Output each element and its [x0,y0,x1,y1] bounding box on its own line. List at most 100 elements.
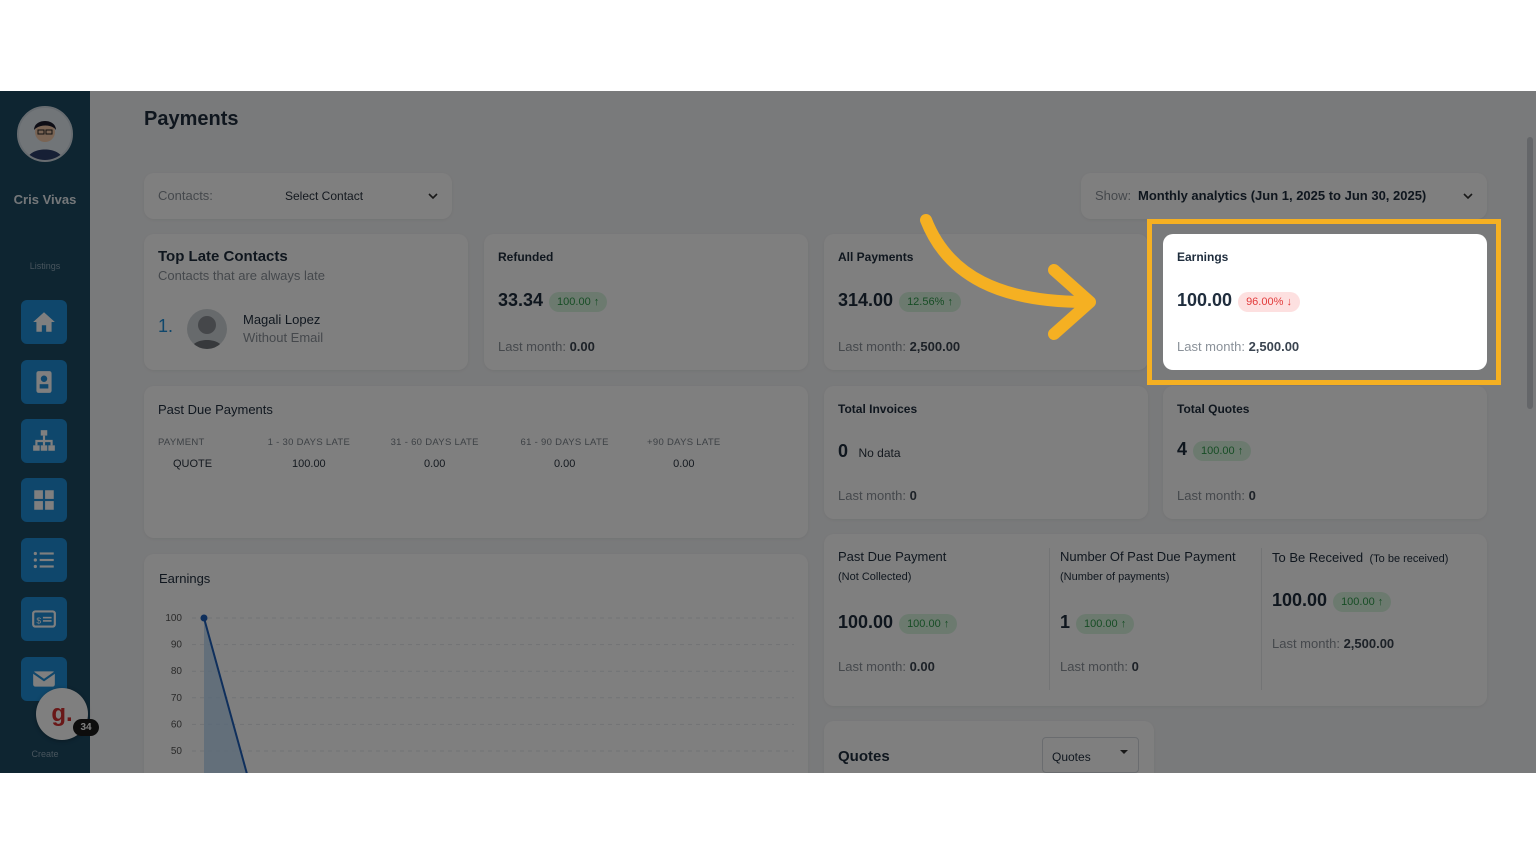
page-scrollbar[interactable] [1527,137,1533,409]
grid-icon [34,490,54,510]
column-header: 1 - 30 DAYS LATE [267,436,351,448]
user-avatar[interactable] [17,106,73,162]
contact-name[interactable]: Magali Lopez [243,312,320,327]
change-badge: 100.00 ↑ [1193,440,1252,461]
all-payments-value: 314.00 [838,290,894,310]
section-value: 100.00 [1272,590,1328,610]
table-row[interactable]: QUOTE 100.00 0.00 0.00 0.00 [158,453,738,475]
refunded-card: Refunded 33.34 100.00 ↑ Last month: 0.00 [484,234,808,370]
chevron-down-icon [1463,193,1473,200]
contacts-select-value: Select Contact [285,189,364,203]
card-subtitle: Contacts that are always late [158,268,325,283]
list-icon [33,551,54,569]
last-month-text: Last month: 0 [1177,488,1256,503]
section-title: Past Due Payment [838,549,947,564]
card-title: Top Late Contacts [158,248,288,265]
section-title: Number Of Past Due Payment [1060,549,1236,564]
contact-rank: 1. [158,316,174,336]
y-tick-label: 90 [171,640,183,651]
total-invoices-card: Total Invoices 0 No data Last month: 0 [824,386,1148,519]
no-data-note: No data [858,446,901,460]
quotes-title: Quotes [838,748,890,765]
svg-text:$: $ [36,615,41,625]
top-late-contacts-card: Top Late Contacts Contacts that are alwa… [144,234,468,370]
nav-contacts-button[interactable] [21,360,67,404]
g-logo: g. [51,700,73,727]
last-month-text: Last month: 2,500.00 [1272,636,1395,651]
analytics-period-select[interactable]: Show: Monthly analytics (Jun 1, 2025 to … [1081,173,1487,219]
main-content: Payments Contacts: Select Contact Show: … [90,91,1536,773]
sitemap-icon [33,430,55,451]
column-header: 31 - 60 DAYS LATE [390,436,479,448]
quotes-card: Quotes Quotes [824,721,1154,773]
change-badge: 100.00 ↑ [1333,591,1392,612]
page-title: Payments [144,108,239,130]
y-tick-label: 60 [171,719,183,730]
table-cell: 0.00 [553,458,576,470]
nav-home-button[interactable] [21,300,67,344]
total-quotes-value: 4 [1177,439,1188,459]
caret-down-icon [1120,750,1128,754]
home-icon [33,312,55,332]
last-month-text: Last month: 0 [838,488,917,503]
mail-icon [32,671,56,687]
invoice-icon: $ [32,610,56,628]
table-cell: 0.00 [423,458,446,470]
change-badge: 100.00 ↑ [1076,613,1135,634]
last-month-text: Last month: 0 [1060,659,1139,674]
app-window: Cris Vivas Listings $ g. 34 Create Payme… [0,91,1536,773]
y-tick-label: 80 [171,666,183,677]
total-quotes-card: Total Quotes 4 100.00 ↑ Last month: 0 [1163,386,1487,519]
y-tick-label: 100 [165,613,182,624]
section-subtitle: (To be received) [1369,553,1449,565]
last-month-text: Last month: 0.00 [498,339,595,354]
nav-list-button[interactable] [21,538,67,582]
to-be-received-section: To Be Received (To be received) [1272,549,1448,567]
card-title: Total Quotes [1177,402,1250,416]
card-title: Total Invoices [838,402,918,416]
refunded-value: 33.34 [498,290,544,310]
create-label: Create [31,749,59,759]
past-due-payment-section: Past Due Payment (Not Collected) [838,549,946,583]
column-header: +90 DAYS LATE [647,436,721,448]
dropdown-value: Quotes [1052,750,1091,764]
chart-title: Earnings [159,571,211,586]
section-subtitle: (Not Collected) [838,571,912,583]
number-past-due-section: Number Of Past Due Payment (Number of pa… [1060,549,1236,583]
highlight-frame [1147,219,1501,385]
divider [1261,548,1262,690]
nav-structure-button[interactable] [21,419,67,463]
earnings-chart-card: Earnings 100 90 80 70 60 50 [144,554,808,773]
listings-label: Listings [29,261,61,271]
column-header: PAYMENT [158,436,205,448]
contact-email: Without Email [243,330,324,345]
card-title: Refunded [498,250,554,264]
section-title: To Be Received [1272,550,1364,565]
card-title: Past Due Payments [158,402,273,417]
nav-grid-button[interactable] [21,478,67,522]
section-value: 100.00 [838,612,894,632]
nav-invoices-button[interactable]: $ [21,597,67,641]
table-cell: 100.00 [292,458,326,470]
quotes-dropdown[interactable]: Quotes [1042,737,1139,773]
section-subtitle: (Number of payments) [1060,571,1170,583]
total-invoices-value: 0 [838,441,849,461]
past-due-payments-card: Past Due Payments PAYMENT 1 - 30 DAYS LA… [144,386,808,538]
column-header: 61 - 90 DAYS LATE [520,436,609,448]
y-tick-label: 70 [171,693,183,704]
y-tick-label: 50 [171,746,183,757]
table-cell: QUOTE [173,458,213,470]
contacts-filter[interactable]: Contacts: Select Contact [144,173,452,219]
contact-avatar [187,309,227,349]
past-due-table: PAYMENT 1 - 30 DAYS LATE 31 - 60 DAYS LA… [158,431,738,475]
chevron-down-icon [428,193,438,200]
show-label: Show: [1095,188,1132,203]
divider [1049,548,1050,690]
table-cell: 0.00 [673,458,695,470]
past-due-summary-card: Past Due Payment (Not Collected) 100.00 1… [824,534,1487,706]
earnings-chart: 100 90 80 70 60 50 [165,613,794,773]
data-point[interactable] [200,614,208,622]
user-name: Cris Vivas [13,192,77,207]
contact-card-icon [36,371,52,393]
last-month-text: Last month: 0.00 [838,659,935,674]
